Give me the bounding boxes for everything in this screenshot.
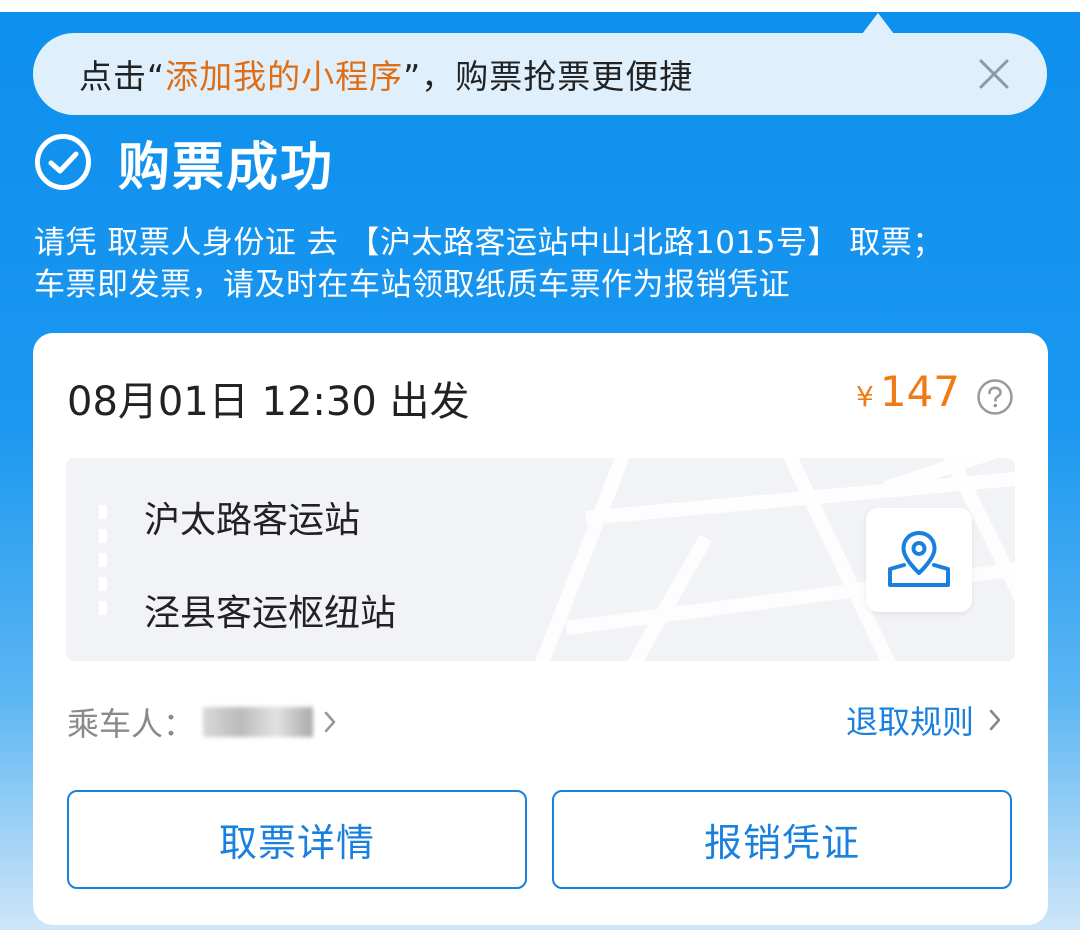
status-strip (0, 0, 1080, 12)
route-panel: 沪太路客运站 泾县客运枢纽站 (66, 458, 1015, 661)
passenger-name-masked (203, 707, 314, 737)
passenger-row[interactable]: 乘车人： (67, 699, 337, 745)
pickup-details-button[interactable]: 取票详情 (67, 790, 527, 889)
ticket-price: ¥ 147 (856, 367, 960, 416)
ticket-card: 08月01日 12:30 出发 ¥ 147 沪太路客运站 泾县客运枢纽站 乘车人… (33, 333, 1048, 925)
question-circle-icon[interactable] (976, 378, 1014, 416)
route-connector (99, 505, 107, 616)
success-header: 购票成功 (34, 130, 334, 198)
price-amount: 147 (879, 367, 960, 416)
pickup-notice: 请凭 取票人身份证 去 【沪太路客运站中山北路1015号】 取票； 车票即发票，… (34, 222, 1044, 306)
notice-line-1: 请凭 取票人身份证 去 【沪太路客运站中山北路1015号】 取票； (34, 225, 944, 261)
map-pin-icon (888, 531, 950, 587)
page-title: 购票成功 (118, 137, 335, 198)
chevron-right-icon (989, 709, 1001, 731)
reimbursement-voucher-button[interactable]: 报销凭证 (552, 790, 1012, 889)
chevron-right-icon (324, 711, 336, 733)
refund-rules-link[interactable]: 退取规则 (846, 697, 1002, 743)
passenger-label: 乘车人： (67, 705, 196, 743)
banner-text: 点击“添加我的小程序”，购票抢票更便捷 (79, 57, 694, 96)
currency-symbol: ¥ (856, 380, 874, 413)
check-circle-icon (35, 134, 91, 190)
departure-time: 08月01日 12:30 出发 (67, 379, 470, 425)
close-icon[interactable] (977, 57, 1011, 91)
add-miniprogram-banner[interactable]: 点击“添加我的小程序”，购票抢票更便捷 (33, 33, 1047, 115)
banner-highlight: 添加我的小程序 (165, 57, 404, 96)
map-navigation-button[interactable] (866, 508, 972, 612)
arrival-station: 泾县客运枢纽站 (144, 593, 397, 634)
tooltip-arrow (862, 13, 894, 34)
notice-line-2: 车票即发票，请及时在车站领取纸质车票作为报销凭证 (34, 267, 790, 303)
refund-rules-label: 退取规则 (845, 703, 974, 741)
departure-station: 沪太路客运站 (144, 500, 361, 541)
